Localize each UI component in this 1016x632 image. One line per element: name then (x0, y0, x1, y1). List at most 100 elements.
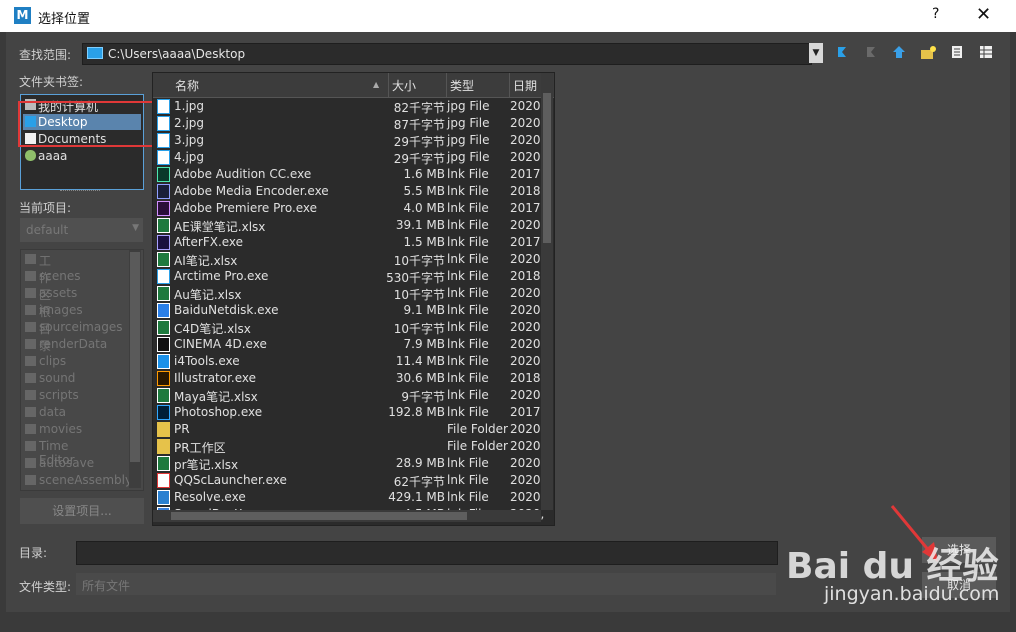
file-row[interactable]: Au笔记.xlsx 10千字节 lnk File 2020, (153, 285, 545, 302)
column-header-date[interactable]: 日期 (513, 77, 537, 94)
chevron-down-icon: ▼ (132, 223, 139, 233)
file-row[interactable]: Adobe Audition CC.exe 1.6 MB lnk File 2017, (153, 166, 545, 183)
scroll-thumb[interactable] (543, 93, 551, 243)
dialog-body: 查找范围: C:\Users\aaaa\Desktop ▼ 文件夹书签: 我的计… (6, 32, 1010, 612)
file-row[interactable]: Adobe Media Encoder.exe 5.5 MB lnk File 201… (153, 183, 544, 200)
file-row[interactable]: AI笔记.xlsx 10千字节 lnk File 2020, (153, 251, 544, 268)
jpg-icon (157, 99, 170, 114)
file-name: 4.jpg (174, 150, 205, 164)
forward-icon[interactable] (863, 45, 879, 61)
detail-view-icon[interactable] (978, 45, 994, 61)
file-name: AI笔记.xlsx (174, 254, 238, 268)
file-date: 2020, (510, 473, 545, 487)
file-row[interactable]: Maya笔记.xlsx 9千字节 lnk File 2020, (153, 387, 544, 404)
file-row[interactable]: pr笔记.xlsx 28.9 MB lnk File 2020, (153, 455, 544, 472)
project-combo-value: default (26, 223, 69, 237)
file-row[interactable]: Resolve.exe 429.1 MB lnk File 2020, (153, 489, 544, 506)
file-row[interactable]: Illustrator.exe 30.6 MB lnk File 2018, (153, 370, 544, 387)
file-name: BaiduNetdisk.exe (174, 303, 279, 317)
file-list-hscrollbar[interactable] (153, 510, 541, 522)
scroll-thumb[interactable] (130, 252, 140, 462)
file-row[interactable]: QQScLauncher.exe 62千字节 lnk File 2020, (153, 472, 545, 489)
file-list-vscrollbar[interactable] (541, 73, 553, 510)
chevron-down-icon[interactable]: ▼ (809, 43, 823, 63)
splitter-grip[interactable] (60, 190, 100, 193)
file-row[interactable]: PR File Folder 2020, (153, 421, 544, 438)
file-type: lnk File (447, 473, 489, 487)
new-folder-icon[interactable] (920, 45, 936, 61)
file-name: CINEMA 4D.exe (174, 337, 267, 351)
file-date: 2020, (510, 320, 545, 334)
watermark-brand: Bai du 经验 (786, 546, 999, 587)
file-date: 2017, (510, 405, 545, 419)
encoder-icon (157, 184, 170, 199)
file-row[interactable]: AfterFX.exe 1.5 MB lnk File 2017, (153, 234, 544, 251)
up-folder-icon[interactable] (891, 45, 907, 61)
file-type-select[interactable]: 所有文件 (76, 573, 776, 595)
file-name: AfterFX.exe (174, 235, 244, 249)
file-row[interactable]: 1.jpg 82千字节 jpg File 2020, (153, 98, 544, 115)
file-date: 2017, (510, 167, 545, 181)
file-size: 29千字节 (393, 152, 445, 166)
file-type: lnk File (447, 354, 489, 368)
file-date: 2017, (510, 201, 545, 215)
folder-icon (25, 339, 36, 349)
help-button[interactable]: ? (932, 6, 939, 22)
file-row[interactable]: BaiduNetdisk.exe 9.1 MB lnk File 2020, (153, 302, 544, 319)
file-size: 10千字节 (393, 322, 445, 336)
file-size: 7.9 MB (403, 337, 445, 351)
file-size: 39.1 MB (395, 218, 445, 232)
file-name: Au笔记.xlsx (174, 288, 242, 302)
excel-icon (157, 286, 170, 301)
back-icon[interactable] (834, 45, 850, 61)
file-type: jpg File (447, 150, 490, 164)
project-combo[interactable]: default ▼ (20, 218, 143, 242)
list-view-icon[interactable] (949, 45, 965, 61)
file-row[interactable]: 2.jpg 87千字节 jpg File 2020, (153, 115, 545, 132)
excel-icon (157, 456, 170, 471)
bookmarks-label: 文件夹书签: (19, 75, 84, 89)
illustrator-icon (157, 371, 170, 386)
column-header-size[interactable]: 大小 (392, 77, 416, 94)
file-name: 3.jpg (174, 133, 205, 147)
file-row[interactable]: Arctime Pro.exe 530千字节 lnk File 2018, (153, 268, 544, 285)
file-row[interactable]: AE课堂笔记.xlsx 39.1 MB lnk File 2020, (153, 217, 545, 234)
lookin-path-text: C:\Users\aaaa\Desktop (108, 47, 246, 61)
file-type: lnk File (447, 405, 489, 419)
bookmark-item-user[interactable]: aaaa (23, 148, 141, 164)
file-type: File Folder (447, 439, 508, 453)
file-name: AE课堂笔记.xlsx (174, 220, 266, 234)
file-row[interactable]: i4Tools.exe 11.4 MB lnk File 2020, (153, 353, 545, 370)
column-header-name[interactable]: 名称 (175, 77, 199, 94)
bookmark-label: aaaa (38, 149, 68, 163)
file-date: 2020, (510, 116, 545, 130)
file-name: PR工作区 (174, 441, 226, 455)
close-button[interactable]: ✕ (976, 4, 991, 25)
file-type: lnk File (447, 303, 489, 317)
project-list-scrollbar[interactable] (129, 250, 141, 488)
monitor-icon (87, 47, 103, 59)
file-row[interactable]: CINEMA 4D.exe 7.9 MB lnk File 2020, (153, 336, 544, 353)
file-type: lnk File (447, 388, 489, 402)
file-type: jpg File (447, 133, 490, 147)
file-name: C4D笔记.xlsx (174, 322, 251, 336)
file-list: 名称 ▲ 大小 类型 日期 1.jpg 82千字节 jpg File 2020, 2.j… (152, 72, 555, 526)
file-date: 2020, (510, 286, 545, 300)
column-header-type[interactable]: 类型 (450, 77, 474, 94)
file-row[interactable]: Photoshop.exe 192.8 MB lnk File 2017, (153, 404, 545, 421)
file-date: 2020, (510, 218, 545, 232)
folder-icon (157, 422, 170, 437)
set-project-button[interactable]: 设置项目... (20, 498, 144, 524)
file-row[interactable]: Adobe Premiere Pro.exe 4.0 MB lnk File 2017… (153, 200, 545, 217)
directory-input[interactable] (76, 541, 778, 565)
file-date: 2020, (510, 354, 545, 368)
file-row[interactable]: C4D笔记.xlsx 10千字节 lnk File 2020, (153, 319, 545, 336)
file-size: 4.0 MB (403, 201, 445, 215)
window-title: 选择位置 (38, 12, 91, 27)
lookin-path-field[interactable]: C:\Users\aaaa\Desktop (82, 43, 812, 65)
file-list-header: 名称 ▲ 大小 类型 日期 (153, 73, 554, 98)
scroll-thumb[interactable] (171, 512, 467, 520)
file-row[interactable]: PR工作区 File Folder 2020, (153, 438, 544, 455)
file-row[interactable]: 4.jpg 29千字节 jpg File 2020, (153, 149, 544, 166)
file-row[interactable]: 3.jpg 29千字节 jpg File 2020, (153, 132, 544, 149)
